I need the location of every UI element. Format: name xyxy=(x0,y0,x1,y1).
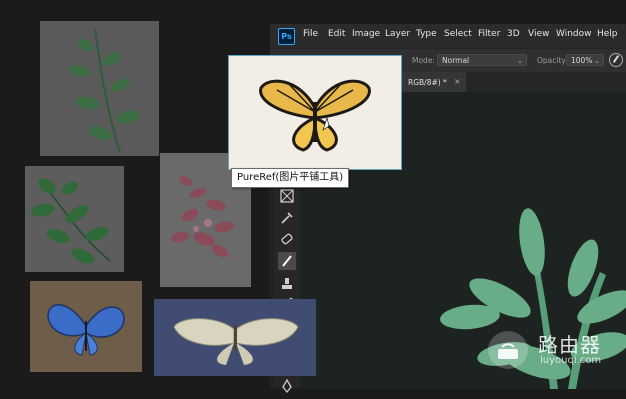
ref-image-monarch-butterfly[interactable] xyxy=(228,55,402,170)
green-leaves-image xyxy=(31,178,111,264)
butterfly-image xyxy=(259,79,371,152)
mode-label: Mode: xyxy=(412,56,435,65)
eyedropper-tool-icon[interactable] xyxy=(278,209,296,227)
menu-select[interactable]: Select xyxy=(444,29,472,39)
menu-file[interactable]: File xyxy=(303,29,318,39)
opacity-value: 100% xyxy=(571,56,593,65)
brush-tool-icon[interactable] xyxy=(278,252,296,270)
menu-type[interactable]: Type xyxy=(416,29,437,39)
watermark-title: 路由器 xyxy=(538,333,601,357)
document-tab-title: RGB/8#) * xyxy=(408,78,447,87)
mode-select[interactable]: Normal ⌄ xyxy=(437,54,527,66)
pureref-tooltip: PureRef(图片平铺工具) xyxy=(231,168,350,188)
opacity-label: Opacity: xyxy=(537,56,568,65)
router-logo-icon xyxy=(488,331,528,369)
healing-brush-tool-icon[interactable] xyxy=(278,230,296,248)
chevron-down-icon: ⌄ xyxy=(594,57,600,65)
ref-image-blue-butterfly[interactable] xyxy=(30,281,142,372)
menu-3d[interactable]: 3D xyxy=(507,29,520,39)
chevron-down-icon: ⌄ xyxy=(517,57,523,65)
leafy-branch-image xyxy=(69,28,140,154)
pen-tool-icon[interactable] xyxy=(278,377,296,395)
menu-bar: Ps File Edit Image Layer Type Select Fil… xyxy=(270,24,626,48)
blue-butterfly-image xyxy=(30,281,142,372)
menu-layer[interactable]: Layer xyxy=(385,29,410,39)
pressure-brush-icon[interactable] xyxy=(609,53,623,67)
ref-image-pale-moth[interactable] xyxy=(154,299,316,376)
menu-window[interactable]: Window xyxy=(556,29,592,39)
menu-filter[interactable]: Filter xyxy=(478,29,500,39)
photoshop-logo-icon: Ps xyxy=(278,28,295,45)
menu-edit[interactable]: Edit xyxy=(328,29,345,39)
menu-view[interactable]: View xyxy=(528,29,549,39)
menu-image[interactable]: Image xyxy=(352,29,380,39)
opacity-field[interactable]: 100% ⌄ xyxy=(566,54,604,66)
watermark-url: luyouqi.com xyxy=(540,355,602,366)
menu-help[interactable]: Help xyxy=(597,29,618,39)
pale-moth-image xyxy=(173,318,299,365)
ref-image-leafy-branch[interactable] xyxy=(40,21,159,156)
clone-stamp-tool-icon[interactable] xyxy=(278,275,296,293)
watermark: 路由器 luyouqi.com xyxy=(486,327,614,373)
mode-value: Normal xyxy=(442,56,470,65)
ref-image-green-leaves[interactable] xyxy=(25,166,124,272)
frame-tool-icon[interactable] xyxy=(278,187,296,205)
close-icon[interactable]: × xyxy=(454,77,461,86)
